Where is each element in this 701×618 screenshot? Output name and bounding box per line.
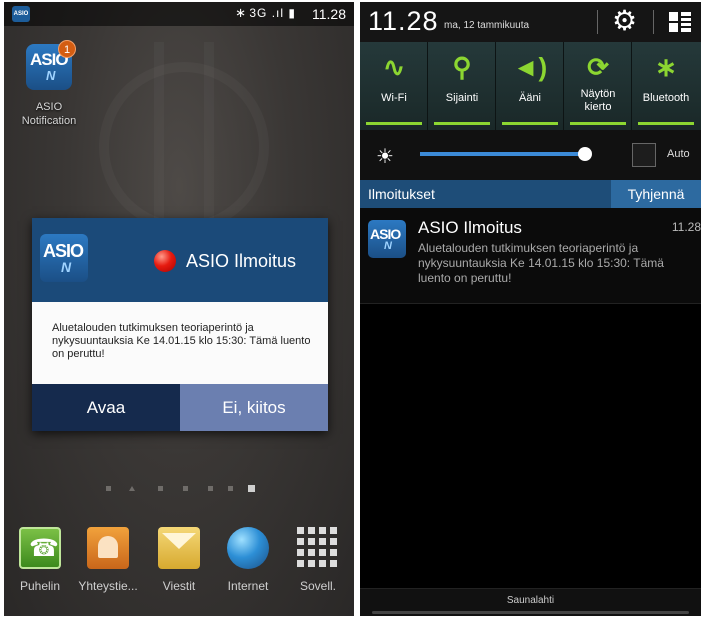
dock-contacts[interactable]: Yhteystie... [76, 527, 140, 607]
brightness-row: ☀ Auto [360, 130, 701, 180]
dock-internet[interactable]: Internet [216, 527, 280, 607]
app-label-line2: Notification [21, 115, 77, 127]
dock-label: Yhteystie... [78, 579, 138, 593]
dock-label: Puhelin [19, 579, 61, 593]
signal-icon: 3G .ıl ▮ [249, 6, 296, 20]
settings-gear-icon[interactable]: ⚙ [612, 5, 637, 37]
shade-drag-handle[interactable] [372, 611, 689, 614]
toggle-active-indicator [638, 122, 694, 125]
asio-logo: ASIO N [40, 234, 88, 282]
status-bar: ASIO ∗ 3G .ıl ▮ 11.28 [4, 2, 354, 26]
toggle-location[interactable]: ⚲ Sijainti [428, 42, 496, 130]
toggle-label: Ääni [518, 92, 542, 104]
quick-toggles: ∿ Wi-Fi ⚲ Sijainti ◄) Ääni ⟳ Näytön kier… [360, 42, 701, 130]
divider [653, 10, 654, 34]
dialog-body: Aluetalouden tutkimuksen teoriaperintö j… [32, 302, 328, 384]
auto-brightness-label: Auto [667, 148, 690, 160]
toggle-label: Bluetooth [642, 92, 690, 104]
dock-label: Sovell. [299, 579, 337, 593]
divider [597, 10, 598, 34]
toggle-rotation[interactable]: ⟳ Näytön kierto [564, 42, 632, 130]
rotate-icon: ⟳ [587, 52, 609, 82]
home-page-dot[interactable] [129, 486, 135, 491]
dock-phone[interactable]: Puhelin [8, 527, 72, 607]
logo-letter: N [384, 240, 392, 252]
wifi-icon: ∿ [383, 52, 405, 82]
app-label[interactable]: ASIO Notification [4, 100, 94, 128]
page-dot[interactable] [183, 486, 188, 491]
notification-text: Aluetalouden tutkimuksen teoriaperintö j… [418, 241, 664, 285]
carrier-bar: Saunalahti [360, 588, 701, 616]
auto-brightness-checkbox[interactable] [632, 143, 656, 167]
page-dot[interactable] [158, 486, 163, 491]
asio-notification-icon: ASIO [12, 6, 30, 22]
toggle-label: Wi-Fi [381, 92, 407, 104]
toggle-label: Näytön kierto [580, 88, 616, 113]
open-button[interactable]: Avaa [32, 384, 180, 431]
phone-icon [19, 527, 61, 569]
notification-dialog: ASIO N ASIO Ilmoitus Aluetalouden tutkim… [32, 218, 328, 431]
apps-grid-icon [297, 527, 339, 569]
toggle-active-indicator [366, 122, 422, 125]
network-type: 3G [249, 6, 268, 20]
status-time: 11.28 [312, 6, 346, 22]
sound-icon: ◄) [512, 52, 548, 82]
page-dot[interactable] [106, 486, 111, 491]
brightness-slider[interactable] [420, 152, 585, 156]
dock-label: Internet [227, 579, 269, 593]
dialog-title: ASIO Ilmoitus [186, 251, 297, 271]
asio-logo: ASIO N [368, 220, 406, 258]
page-dot[interactable] [228, 486, 233, 491]
notification-item[interactable]: ASIO N ASIO Ilmoitus 11.28 Aluetalouden … [360, 208, 701, 304]
page-indicator [102, 484, 262, 492]
bluetooth-icon: ∗ [655, 52, 677, 82]
page-dot-active[interactable] [248, 485, 255, 492]
notifications-title: Ilmoitukset [368, 186, 435, 202]
notification-badge: 1 [58, 40, 76, 58]
dialog-header: ASIO N ASIO Ilmoitus [32, 218, 328, 302]
toggle-active-indicator [502, 122, 558, 125]
quick-settings-grid-icon[interactable] [669, 12, 691, 32]
red-dot-icon [154, 250, 176, 272]
home-screen: ASIO ∗ 3G .ıl ▮ 11.28 ASIO N 1 ASIO Noti… [4, 2, 354, 616]
carrier-name: Saunalahti [506, 595, 555, 606]
toggle-active-indicator [570, 122, 626, 125]
app-label-line1: ASIO [35, 101, 63, 113]
notifications-header: Ilmoitukset Tyhjennä [360, 180, 701, 208]
toggle-sound[interactable]: ◄) Ääni [496, 42, 564, 130]
notification-shade: 11.28 ma, 12 tammikuuta ⚙ ∿ Wi-Fi ⚲ Sija… [360, 2, 701, 616]
toggle-active-indicator [434, 122, 490, 125]
dock-apps[interactable]: Sovell. [286, 527, 350, 607]
app-logo-letter: N [46, 68, 56, 83]
notification-title: ASIO Ilmoitus [418, 218, 522, 237]
internet-globe-icon [227, 527, 269, 569]
dialog-message: Aluetalouden tutkimuksen teoriaperintö j… [52, 322, 311, 360]
dock-label: Viestit [162, 579, 196, 593]
toggle-label: Sijainti [445, 92, 479, 104]
wallpaper-decoration [154, 42, 214, 242]
dock-messages[interactable]: Viestit [147, 527, 211, 607]
brightness-slider-handle[interactable] [578, 147, 592, 161]
bluetooth-icon: ∗ [235, 5, 246, 20]
contacts-icon [87, 527, 129, 569]
messages-icon [158, 527, 200, 569]
shade-date: ma, 12 tammikuuta [444, 20, 530, 31]
shade-time: 11.28 [368, 6, 439, 36]
shade-header: 11.28 ma, 12 tammikuuta ⚙ [360, 2, 701, 42]
dismiss-button[interactable]: Ei, kiitos [180, 384, 328, 431]
brightness-icon: ☀ [376, 146, 394, 168]
clear-all-button[interactable]: Tyhjennä [611, 180, 701, 208]
logo-letter: N [61, 259, 72, 275]
toggle-wifi[interactable]: ∿ Wi-Fi [360, 42, 428, 130]
page-dot[interactable] [208, 486, 213, 491]
notification-time: 11.28 [671, 220, 701, 234]
toggle-bluetooth[interactable]: ∗ Bluetooth [632, 42, 701, 130]
location-icon: ⚲ [452, 52, 472, 82]
